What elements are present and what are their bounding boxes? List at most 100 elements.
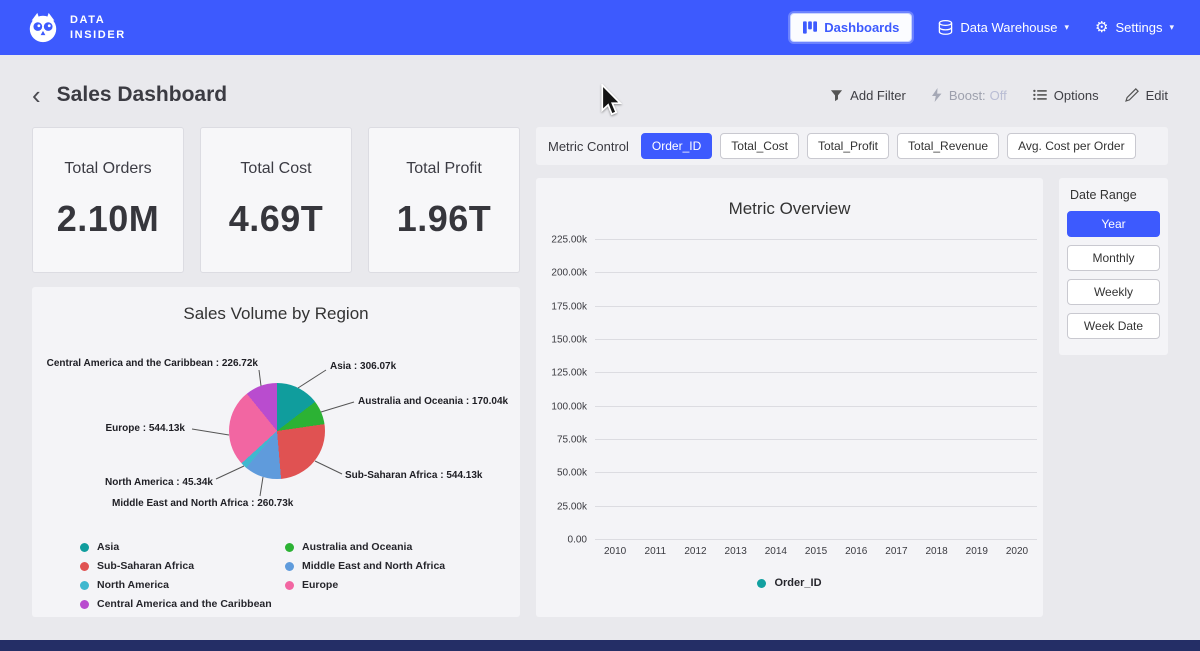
chevron-down-icon: ▾ [1065, 22, 1070, 33]
dashboards-button[interactable]: Dashboards [790, 13, 912, 42]
legend-item: Middle East and North Africa [285, 560, 520, 572]
date-range-monthly-button[interactable]: Monthly [1067, 245, 1160, 271]
bar-legend: Order_ID [536, 577, 1043, 589]
options-list-icon [1033, 89, 1047, 101]
boost-toggle[interactable]: Boost: Off [932, 88, 1007, 103]
legend-item: Central America and the Caribbean [80, 598, 285, 610]
pie-slice-label-asia: Asia : 306.07k [330, 361, 396, 372]
date-range-weekly-button[interactable]: Weekly [1067, 279, 1160, 305]
y-tick-label: 100.00k [551, 401, 587, 412]
kpi-value: 1.96T [397, 198, 492, 240]
legend-item: Australia and Oceania [285, 541, 520, 553]
data-warehouse-menu[interactable]: Data Warehouse ▾ [938, 20, 1069, 35]
footer-bar [0, 640, 1200, 651]
pie-slice-label-europe: Europe : 544.13k [32, 423, 185, 434]
metric-control-bar: Metric Control Order_ID Total_Cost Total… [536, 127, 1168, 165]
bar-chart: 0.0025.00k50.00k75.00k100.00k125.00k150.… [595, 240, 1037, 540]
y-tick-label: 200.00k [551, 268, 587, 279]
legend-label: Australia and Oceania [302, 541, 412, 553]
add-filter-button[interactable]: Add Filter [830, 88, 906, 103]
brand-line1: DATA [70, 13, 126, 27]
legend-label: North America [97, 579, 169, 591]
legend-label: Sub-Saharan Africa [97, 560, 194, 572]
add-filter-label: Add Filter [850, 88, 906, 103]
pie-chart-area: Central America and the Caribbean : 226.… [32, 339, 520, 539]
options-label: Options [1054, 88, 1099, 103]
legend-color-dot [80, 562, 89, 571]
y-tick-label: 0.00 [568, 535, 587, 546]
edit-button[interactable]: Edit [1125, 88, 1168, 103]
legend-label: Central America and the Caribbean [97, 598, 272, 610]
x-tick-label: 2014 [756, 546, 796, 557]
y-tick-label: 175.00k [551, 301, 587, 312]
boost-label: Boost: [949, 88, 986, 103]
metric-avg-cost-per-order-button[interactable]: Avg. Cost per Order [1007, 133, 1136, 159]
dashboard-main: Total Orders 2.10M Total Cost 4.69T Tota… [0, 127, 1200, 617]
legend-color-dot [285, 581, 294, 590]
settings-menu[interactable]: ⚙ Settings ▾ [1095, 20, 1174, 35]
bar-chart-title: Metric Overview [536, 178, 1043, 219]
legend-item: Asia [80, 541, 285, 553]
options-button[interactable]: Options [1033, 88, 1099, 103]
brand-line2: INSIDER [70, 28, 126, 42]
y-tick-label: 25.00k [557, 501, 587, 512]
y-tick-label: 225.00k [551, 235, 587, 246]
metric-total-revenue-button[interactable]: Total_Revenue [897, 133, 999, 159]
y-tick-label: 75.00k [557, 435, 587, 446]
legend-color-dot [285, 562, 294, 571]
pie-slice-label-australia-oceania: Australia and Oceania : 170.04k [358, 396, 508, 407]
date-range-panel: Date Range Year Monthly Weekly Week Date [1059, 178, 1168, 355]
pie-legend: Asia Australia and Oceania Sub-Saharan Afr… [80, 541, 520, 610]
kpi-label: Total Profit [406, 160, 482, 178]
kpi-row: Total Orders 2.10M Total Cost 4.69T Tota… [32, 127, 520, 273]
header-actions: Add Filter Boost: Off Options Ed [830, 88, 1168, 103]
bar-legend-label: Order_ID [774, 577, 821, 589]
legend-label: Asia [97, 541, 119, 553]
settings-label: Settings [1115, 20, 1162, 35]
x-tick-label: 2019 [957, 546, 997, 557]
x-tick-label: 2010 [595, 546, 635, 557]
kpi-value: 4.69T [229, 198, 324, 240]
y-tick-label: 150.00k [551, 335, 587, 346]
sales-volume-card: Sales Volume by Region Central America a… [32, 287, 520, 617]
right-column: Metric Control Order_ID Total_Cost Total… [536, 127, 1168, 617]
edit-pencil-icon [1125, 88, 1139, 102]
legend-label: Middle East and North Africa [302, 560, 445, 572]
owl-logo-icon [26, 11, 60, 45]
legend-label: Europe [302, 579, 338, 591]
date-range-year-button[interactable]: Year [1067, 211, 1160, 237]
legend-color-dot [80, 581, 89, 590]
navbar-menu: Dashboards Data Warehouse ▾ ⚙ Settings ▾ [790, 13, 1174, 42]
metric-order-id-button[interactable]: Order_ID [641, 133, 712, 159]
metric-total-profit-button[interactable]: Total_Profit [807, 133, 889, 159]
kpi-card-total-orders: Total Orders 2.10M [32, 127, 184, 273]
bars [595, 240, 1037, 540]
legend-color-dot [80, 600, 89, 609]
gear-icon: ⚙ [1095, 20, 1108, 35]
pie-slice-label-sub-saharan-africa: Sub-Saharan Africa : 544.13k [345, 470, 482, 481]
top-navbar: DATA INSIDER Dashboards Data Warehouse ▾… [0, 0, 1200, 55]
pie-leader-lines [32, 339, 520, 539]
pie-slice-label-north-america: North America : 45.34k [32, 477, 213, 488]
kpi-card-total-profit: Total Profit 1.96T [368, 127, 520, 273]
kpi-value: 2.10M [57, 198, 160, 240]
x-tick-label: 2015 [796, 546, 836, 557]
legend-item: Sub-Saharan Africa [80, 560, 285, 572]
date-range-week-date-button[interactable]: Week Date [1067, 313, 1160, 339]
x-tick-label: 2012 [675, 546, 715, 557]
boost-bolt-icon [932, 88, 942, 102]
x-tick-label: 2017 [876, 546, 916, 557]
brand-logo[interactable]: DATA INSIDER [26, 11, 126, 45]
back-button[interactable]: ‹ [32, 85, 41, 105]
legend-color-dot [285, 543, 294, 552]
kpi-label: Total Orders [64, 160, 151, 178]
data-warehouse-label: Data Warehouse [960, 20, 1057, 35]
x-tick-label: 2011 [635, 546, 675, 557]
page-header: ‹ Sales Dashboard Add Filter Boost: Off [0, 55, 1200, 127]
legend-item: North America [80, 579, 285, 591]
legend-color-dot [80, 543, 89, 552]
metric-total-cost-button[interactable]: Total_Cost [720, 133, 799, 159]
x-labels: 2010201120122013201420152016201720182019… [595, 546, 1037, 557]
dashboards-grid-icon [803, 21, 817, 34]
dashboards-label: Dashboards [824, 20, 899, 35]
